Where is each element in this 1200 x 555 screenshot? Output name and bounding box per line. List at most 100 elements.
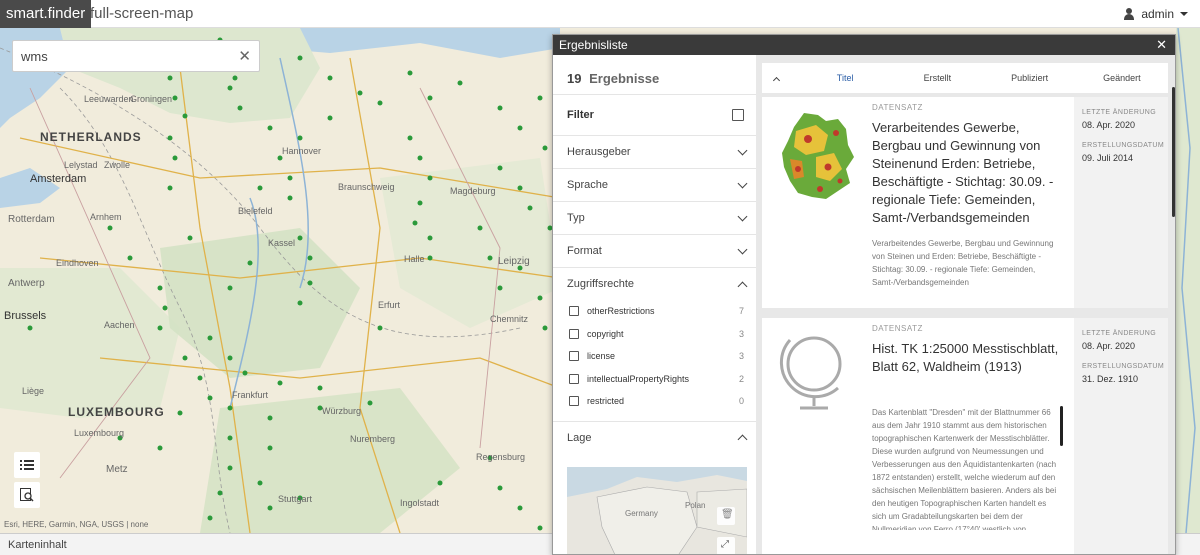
facet-zugriffsrechte[interactable]: Zugriffsrechte — [553, 267, 756, 300]
globe-icon — [779, 336, 842, 410]
map-search-button[interactable] — [14, 482, 40, 508]
checkbox[interactable] — [569, 351, 579, 362]
map-search-icon — [20, 488, 34, 502]
sort-title[interactable]: Titel — [799, 73, 891, 83]
map-city-label: Ingolstadt — [400, 498, 440, 508]
facet-label: Zugriffsrechte — [567, 278, 635, 290]
map-city-label: Regensburg — [476, 452, 526, 462]
description-scrollbar[interactable] — [1060, 406, 1063, 446]
close-icon[interactable]: ✕ — [238, 47, 251, 65]
results-scrollbar[interactable] — [1172, 87, 1175, 217]
access-option[interactable]: intellectualPropertyRights 2 — [553, 368, 756, 391]
fullscreen-icon[interactable]: ⤢ — [721, 539, 729, 550]
checkbox[interactable] — [569, 328, 579, 339]
filter-sidebar: 19 Ergebnisse Filter Herausgeber Sprache… — [553, 55, 756, 554]
facet-typ[interactable]: Typ — [553, 201, 756, 234]
result-title[interactable]: Verarbeitendes Gewerbe, Bergbau und Gewi… — [872, 119, 1062, 227]
search-input[interactable] — [13, 41, 223, 71]
map-city-label: Liège — [22, 386, 45, 396]
map-city-label: Rotterdam — [8, 214, 55, 225]
result-count: 19 Ergebnisse — [553, 55, 756, 95]
option-count: 2 — [738, 373, 744, 384]
minimap-label: Germany — [625, 509, 658, 518]
sort-created[interactable]: Erstellt — [891, 73, 983, 83]
map-city-label: Erfurt — [378, 300, 401, 310]
facet-format[interactable]: Format — [553, 234, 756, 267]
map-city-label: Amsterdam — [30, 173, 87, 185]
map-city-label: Leeuwarden — [84, 94, 134, 104]
trash-icon[interactable]: 🗑 — [721, 509, 734, 520]
chevron-up-icon — [737, 281, 748, 291]
option-label: license — [587, 351, 616, 362]
option-count: 3 — [738, 328, 744, 339]
created-date: 31. Dez. 1910 — [1082, 374, 1139, 384]
result-meta: LETZTE ÄNDERUNG 08. Apr. 2020 ERSTELLUNG… — [1074, 318, 1168, 554]
created-label: ERSTELLUNGSDATUM — [1082, 142, 1165, 149]
user-icon — [1123, 8, 1135, 20]
sort-published[interactable]: Publiziert — [984, 73, 1076, 83]
results-list: Titel Erstellt Publiziert Geändert DATEN… — [756, 55, 1175, 554]
result-title[interactable]: Hist. TK 1:25000 Messtischblatt, Blatt 6… — [872, 340, 1062, 376]
map-city-label: Halle — [404, 254, 425, 264]
facet-sprache[interactable]: Sprache — [553, 168, 756, 201]
breadcrumb: full-screen-map — [90, 5, 194, 22]
result-card[interactable]: DATENSATZ Verarbeitendes Gewerbe, Bergba… — [762, 97, 1168, 308]
facet-label: Lage — [567, 431, 592, 444]
facet-herausgeber[interactable]: Herausgeber — [553, 135, 756, 168]
map-city-label: Luxembourg — [74, 428, 125, 438]
list-view-button[interactable] — [14, 452, 40, 478]
map-city-label: Braunschweig — [338, 182, 395, 192]
top-bar: smart.finder full-screen-map admin — [0, 0, 1200, 28]
brand-logo[interactable]: smart.finder — [0, 0, 92, 28]
minimap-label: Polan — [685, 501, 706, 510]
close-icon[interactable]: ✕ — [1156, 35, 1167, 55]
list-icon — [20, 460, 34, 470]
option-label: copyright — [587, 328, 624, 339]
location-minimap[interactable]: Germany Polan 🗑 ⤢ — [567, 467, 747, 554]
facet-label: Herausgeber — [567, 146, 631, 158]
option-count: 7 — [738, 306, 744, 317]
chevron-up-icon[interactable] — [772, 76, 781, 84]
access-option[interactable]: otherRestrictions 7 — [553, 300, 756, 323]
access-option[interactable]: license 3 — [553, 345, 756, 368]
map-city-label: Eindhoven — [56, 258, 99, 268]
option-label: intellectualPropertyRights — [587, 373, 690, 384]
map-attribution: Esri, HERE, Garmin, NGA, USGS | none — [4, 520, 149, 529]
access-option[interactable]: copyright 3 — [553, 323, 756, 346]
map-city-label: Zwolle — [104, 160, 131, 170]
checkbox[interactable] — [569, 306, 579, 317]
map-country-label: NETHERLANDS — [40, 130, 142, 144]
result-card[interactable]: DATENSATZ Hist. TK 1:25000 Messtischblat… — [762, 318, 1168, 554]
result-description: Das Kartenblatt "Dresden" mit der Blattn… — [872, 408, 1057, 530]
filter-title: Filter — [567, 109, 594, 121]
option-label: restricted — [587, 396, 625, 407]
map-city-label: Antwerp — [8, 278, 45, 289]
map-country-label: LUXEMBOURG — [68, 405, 165, 419]
result-type: DATENSATZ — [872, 103, 923, 112]
dataset-thumbnail — [782, 113, 854, 199]
clear-filter-icon[interactable] — [732, 109, 744, 121]
access-option[interactable]: restricted 0 — [553, 390, 756, 413]
facet-lage[interactable]: Lage — [553, 420, 756, 454]
map-city-label: Aachen — [104, 320, 135, 330]
map-city-label: Brussels — [4, 310, 47, 322]
results-panel-header: Ergebnisliste ✕ — [553, 35, 1175, 55]
result-count-number: 19 — [567, 71, 582, 86]
panel-title: Ergebnisliste — [559, 38, 628, 52]
result-meta: LETZTE ÄNDERUNG 08. Apr. 2020 ERSTELLUNG… — [1074, 97, 1168, 308]
facet-label: Typ — [567, 212, 585, 224]
map-city-label: Chemnitz — [490, 314, 529, 324]
chevron-down-icon — [737, 211, 748, 221]
checkbox[interactable] — [569, 373, 579, 384]
map-city-label: Stuttgart — [278, 494, 313, 504]
chevron-down-icon — [1180, 12, 1188, 16]
user-menu[interactable]: admin — [1123, 0, 1188, 28]
map-city-label: Lelystad — [64, 160, 98, 170]
checkbox[interactable] — [569, 396, 579, 407]
created-label: ERSTELLUNGSDATUM — [1082, 363, 1165, 370]
facet-label: Format — [567, 245, 602, 257]
map-city-label: Metz — [106, 464, 128, 475]
sort-modified[interactable]: Geändert — [1076, 73, 1168, 83]
search-box: ✕ — [12, 40, 260, 72]
map-city-label: Frankfurt — [232, 390, 269, 400]
